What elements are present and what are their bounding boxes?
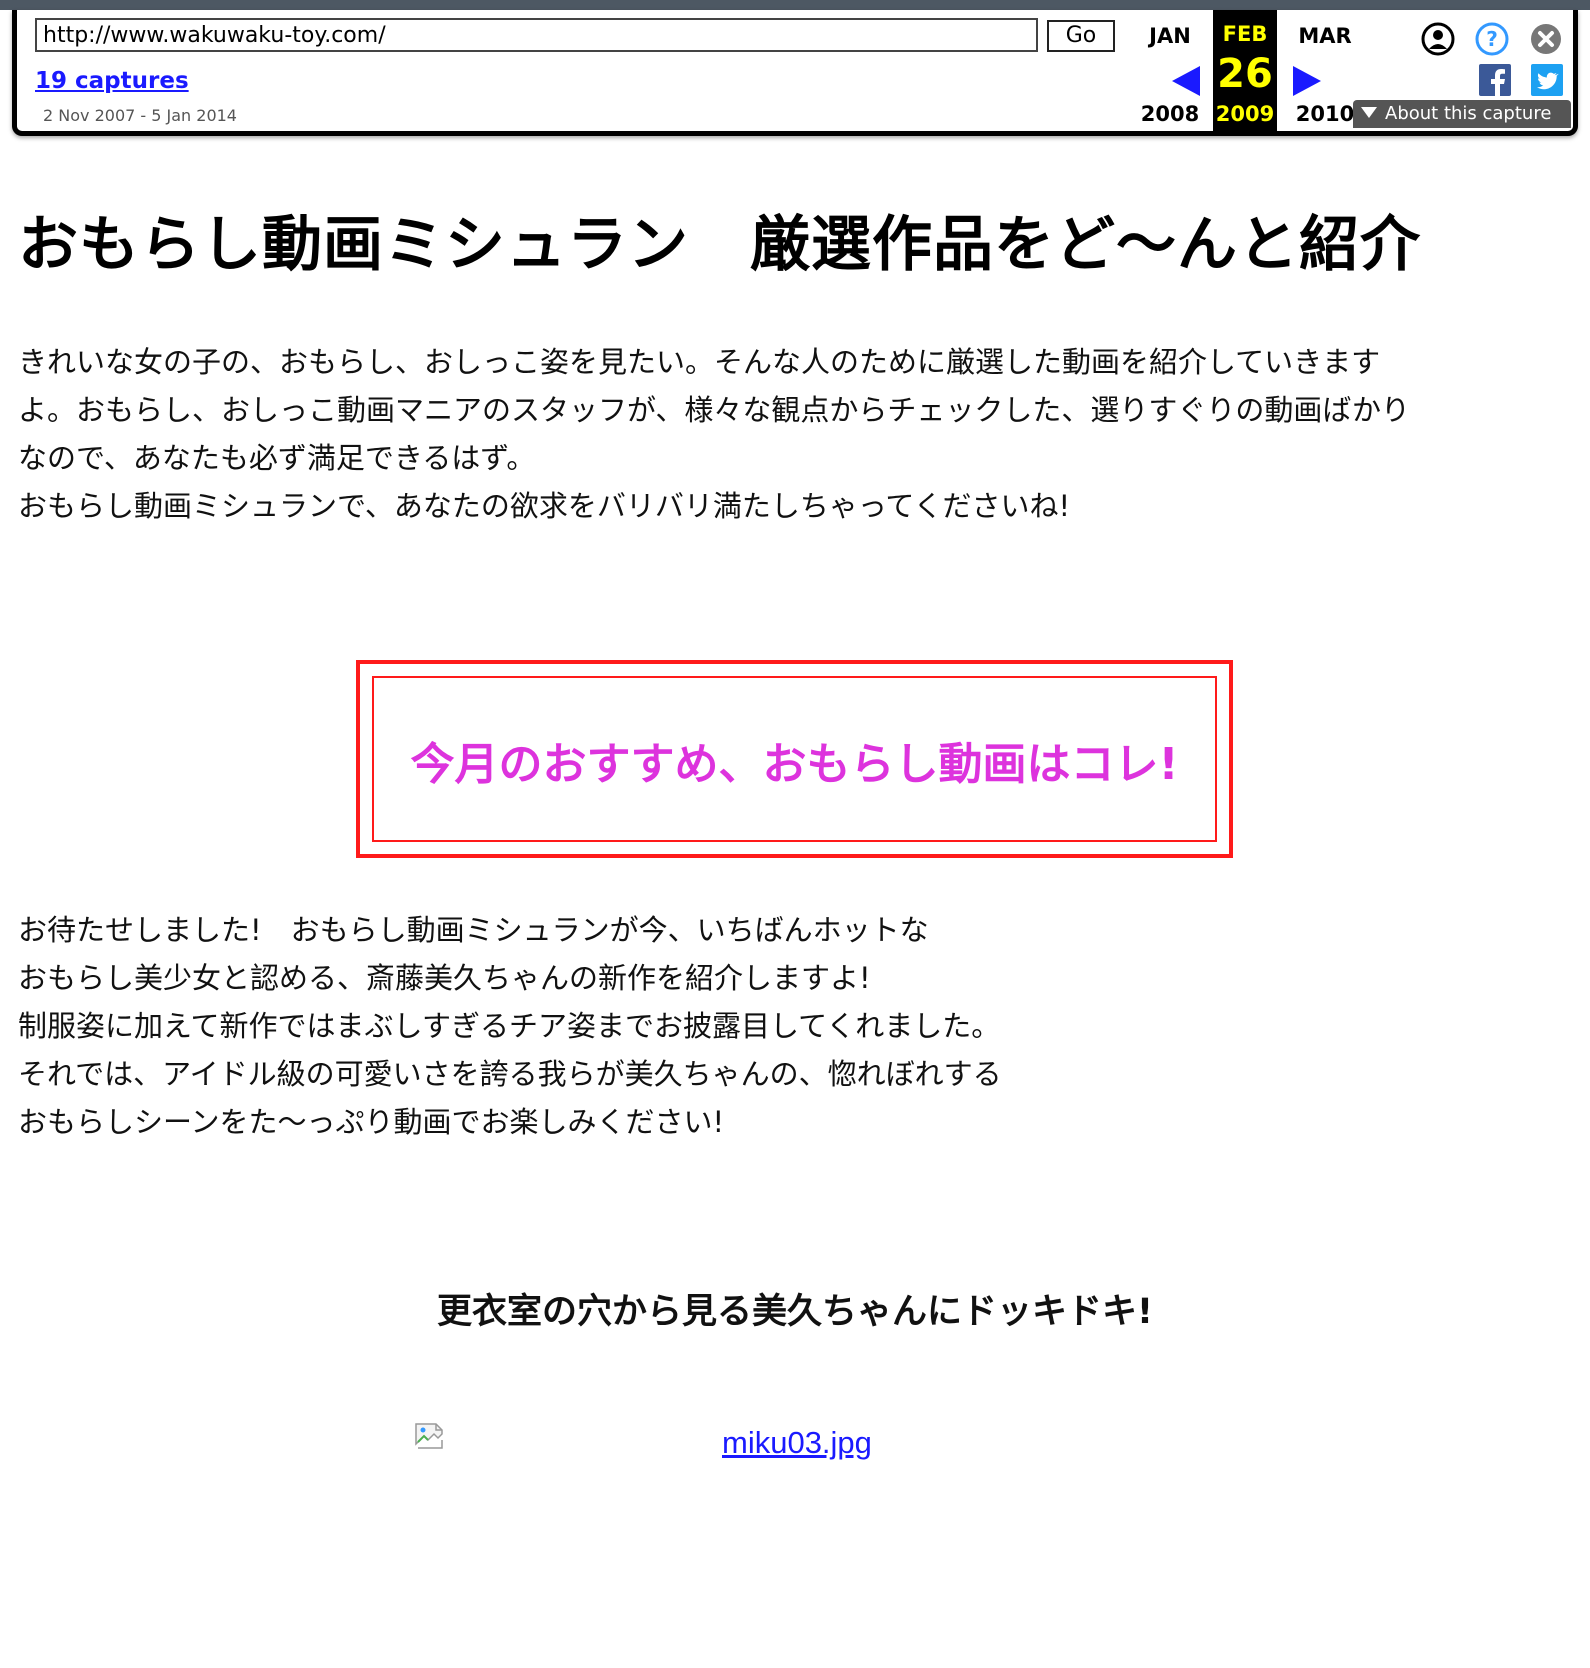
- close-circle-icon[interactable]: [1529, 22, 1563, 56]
- twitter-icon[interactable]: [1531, 64, 1563, 96]
- user-circle-icon[interactable]: [1421, 22, 1455, 56]
- current-year: 2009: [1215, 102, 1275, 126]
- section-heading: 更衣室の穴から見る美久ちゃんにドッキドキ!: [437, 1292, 1153, 1332]
- url-input[interactable]: [35, 18, 1038, 52]
- facebook-icon[interactable]: [1479, 64, 1511, 96]
- body-line: お待たせしました! おもらし動画ミシュランが今、いちばんホットな: [18, 913, 929, 947]
- captures-link[interactable]: 19 captures: [35, 68, 189, 94]
- current-day: 26: [1217, 51, 1273, 97]
- featured-heading: 今月のおすすめ、おもらし動画はコレ!: [410, 739, 1179, 790]
- capture-date-range: 2 Nov 2007 - 5 Jan 2014: [43, 106, 237, 125]
- intro-paragraph: きれいな女の子の、おもらし、おしっこ姿を見たい。そんな人のために厳選した動画を紹…: [18, 338, 1568, 530]
- current-capture-date: FEB 26 2009: [1213, 10, 1277, 131]
- wayback-toolbar: Go 19 captures 2 Nov 2007 - 5 Jan 2014 J…: [12, 10, 1578, 136]
- image-alt-link[interactable]: miku03.jpg: [722, 1425, 872, 1461]
- caret-down-icon: [1361, 106, 1377, 118]
- body-line: おもらし美少女と認める、斎藤美久ちゃんの新作を紹介しますよ!: [18, 961, 871, 995]
- browser-top-strip: [0, 0, 1590, 10]
- prev-capture-arrow-icon[interactable]: [1172, 66, 1200, 96]
- next-month-label[interactable]: MAR: [1290, 24, 1360, 48]
- prev-month-label[interactable]: JAN: [1135, 24, 1205, 48]
- question-circle-icon[interactable]: ?: [1475, 22, 1509, 56]
- intro-line: きれいな女の子の、おもらし、おしっこ姿を見たい。そんな人のために厳選した動画を紹…: [18, 345, 1381, 379]
- next-year-label[interactable]: 2010: [1290, 102, 1360, 126]
- featured-box: 今月のおすすめ、おもらし動画はコレ!: [356, 660, 1233, 858]
- intro-line: おもらし動画ミシュランで、あなたの欲求をバリバリ満たしちゃってくださいね!: [18, 489, 1071, 523]
- current-month: FEB: [1222, 22, 1268, 46]
- go-button[interactable]: Go: [1047, 20, 1115, 52]
- page-title: おもらし動画ミシュラン 厳選作品をど〜んと紹介: [18, 210, 1421, 280]
- broken-image-icon[interactable]: [414, 1422, 446, 1454]
- about-capture-label: About this capture: [1385, 103, 1552, 124]
- svg-text:?: ?: [1486, 27, 1498, 51]
- intro-line: なので、あなたも必ず満足できるはず。: [18, 441, 536, 475]
- body-line: それでは、アイドル級の可愛いさを誇る我らが美久ちゃんの、惚れぼれする: [18, 1057, 1002, 1091]
- body-line: 制服姿に加えて新作ではまぶしすぎるチア姿までお披露目してくれました。: [18, 1009, 1001, 1043]
- prev-year-label[interactable]: 2008: [1135, 102, 1205, 126]
- intro-line: よ。おもらし、おしっこ動画マニアのスタッフが、様々な観点からチェックした、選りす…: [18, 393, 1411, 427]
- about-capture-dropdown[interactable]: About this capture: [1353, 100, 1571, 128]
- next-capture-arrow-icon[interactable]: [1293, 66, 1321, 96]
- body-line: おもらしシーンをた〜っぷり動画でお楽しみください!: [18, 1105, 725, 1139]
- body-paragraph: お待たせしました! おもらし動画ミシュランが今、いちばんホットな おもらし美少女…: [18, 906, 1568, 1146]
